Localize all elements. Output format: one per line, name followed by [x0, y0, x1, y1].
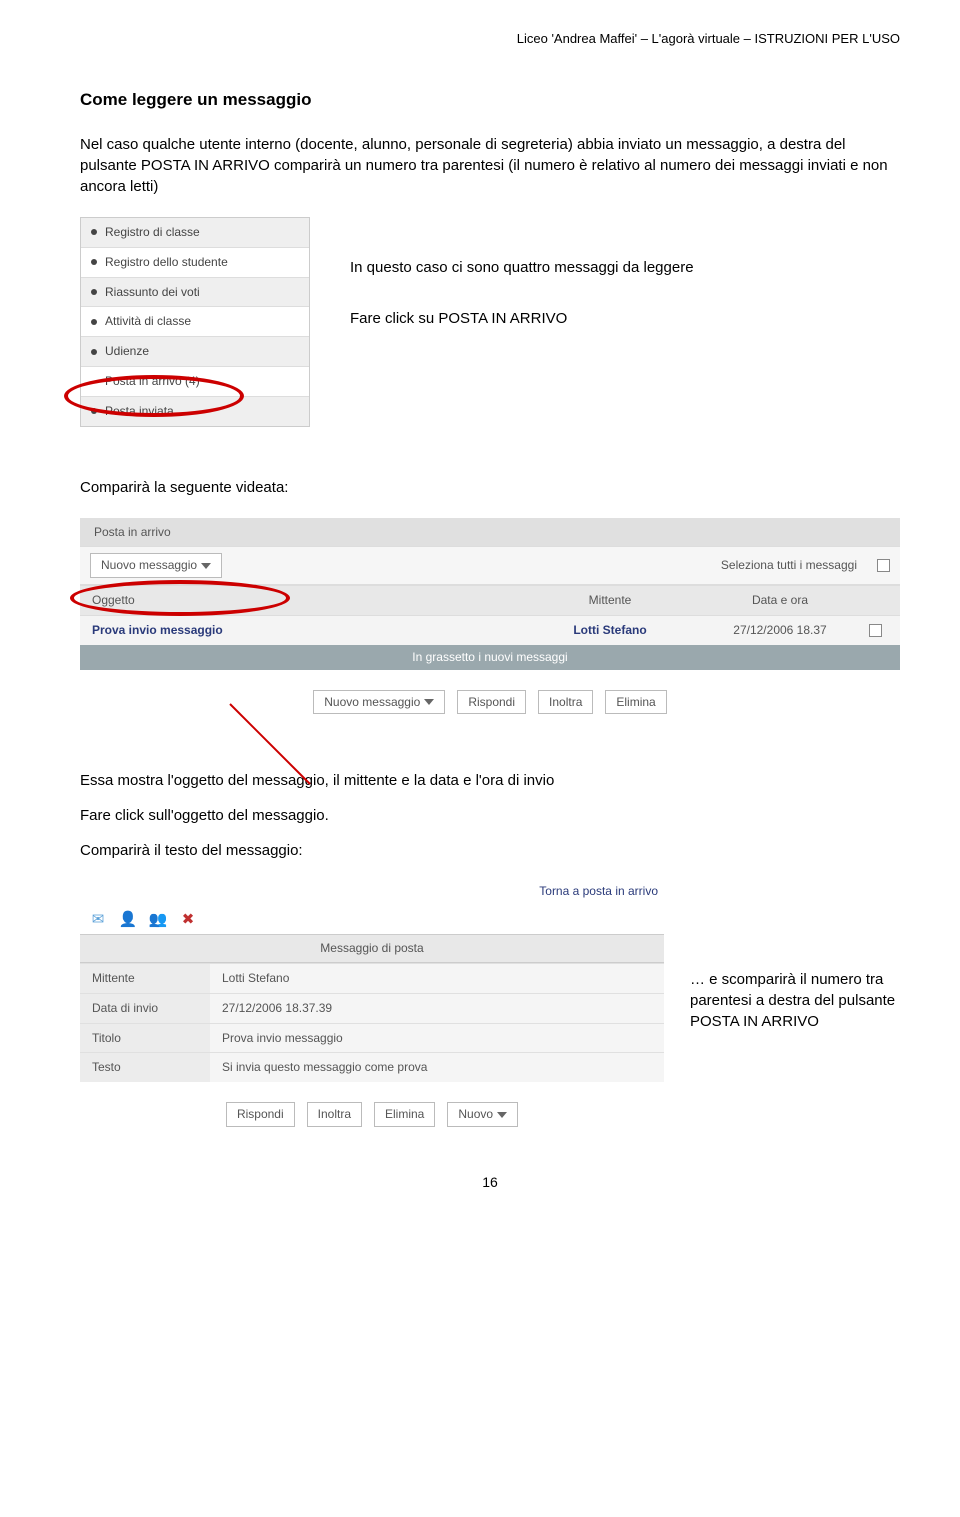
- inbox-table: Oggetto Mittente Data e ora Prova invio …: [80, 585, 900, 645]
- back-link[interactable]: Torna a posta in arrivo: [80, 879, 664, 904]
- row-subject[interactable]: Prova invio messaggio: [80, 615, 510, 645]
- page-header: Liceo 'Andrea Maffei' – L'agorà virtuale…: [80, 30, 900, 48]
- annotation-click-b: POSTA IN ARRIVO: [438, 310, 567, 327]
- inbox-button-row: Nuovo messaggio Rispondi Inoltra Elimina: [80, 670, 900, 721]
- bullet-icon: [91, 408, 97, 414]
- bullet-icon: [91, 259, 97, 265]
- page-number: 16: [80, 1173, 900, 1193]
- inbox-toolbar: Nuovo messaggio Seleziona tutti i messag…: [80, 546, 900, 585]
- sidebar-label: Posta inviata: [105, 403, 174, 420]
- delete-icon[interactable]: ✖: [178, 910, 198, 928]
- detail-panel-title: Messaggio di posta: [80, 934, 664, 963]
- sidebar-menu: Registro di classe Registro dello studen…: [80, 217, 310, 427]
- sidebar-label: Riassunto dei voti: [105, 284, 200, 301]
- detail-button-row: Rispondi Inoltra Elimina Nuovo: [80, 1082, 664, 1133]
- new-mail-icon[interactable]: ✉: [88, 910, 108, 928]
- reply-icon[interactable]: 👤: [118, 910, 138, 928]
- kv-key-sender: Mittente: [80, 963, 210, 993]
- col-date: Data e ora: [710, 585, 850, 615]
- row-sender: Lotti Stefano: [510, 615, 710, 645]
- sidebar-item-registro-studente[interactable]: Registro dello studente: [81, 247, 309, 277]
- kv-key-body: Testo: [80, 1052, 210, 1082]
- select-all-label: Seleziona tutti i messaggi: [721, 557, 857, 574]
- select-all-checkbox[interactable]: [877, 559, 890, 572]
- dropdown-icon: [201, 563, 211, 569]
- inbox-title-bar: Posta in arrivo: [80, 518, 900, 547]
- annotation-count: In questo caso ci sono quattro messaggi …: [350, 257, 694, 278]
- sidebar-label: Udienze: [105, 343, 149, 360]
- aside-text-b: POSTA IN ARRIVO: [690, 1013, 819, 1030]
- inbox-screenshot: Posta in arrivo Nuovo messaggio Selezion…: [80, 518, 900, 721]
- forward-icon[interactable]: 👥: [148, 910, 168, 928]
- new-button-2[interactable]: Nuovo: [447, 1102, 518, 1127]
- btn-label: Nuovo messaggio: [101, 557, 197, 574]
- sidebar-item-udienze[interactable]: Udienze: [81, 336, 309, 366]
- sidebar-item-registro-classe[interactable]: Registro di classe: [81, 218, 309, 247]
- btn-label: Nuovo messaggio: [324, 694, 420, 711]
- delete-button[interactable]: Elimina: [605, 690, 666, 715]
- col-sender: Mittente: [510, 585, 710, 615]
- dropdown-icon: [424, 699, 434, 705]
- dropdown-icon: [497, 1112, 507, 1118]
- bullet-icon: [91, 229, 97, 235]
- sidebar-item-posta-arrivo[interactable]: Posta in arrivo (4): [81, 366, 309, 396]
- bold-messages-note: In grassetto i nuovi messaggi: [80, 645, 900, 670]
- caption-videata: Comparirà la seguente videata:: [80, 477, 900, 498]
- kv-val-body: Si invia questo messaggio come prova: [210, 1052, 664, 1082]
- desc-line-3: Comparirà il testo del messaggio:: [80, 840, 900, 861]
- sidebar-label: Attività di classe: [105, 313, 191, 330]
- kv-val-sender: Lotti Stefano: [210, 963, 664, 993]
- reply-button-2[interactable]: Rispondi: [226, 1102, 295, 1127]
- sidebar-label: Registro dello studente: [105, 254, 228, 271]
- kv-val-date: 27/12/2006 18.37.39: [210, 993, 664, 1023]
- sidebar-item-riassunto-voti[interactable]: Riassunto dei voti: [81, 277, 309, 307]
- sidebar-item-posta-inviata[interactable]: Posta inviata: [81, 396, 309, 426]
- annotation-click: Fare click su POSTA IN ARRIVO: [350, 308, 694, 329]
- new-message-button-2[interactable]: Nuovo messaggio: [313, 690, 445, 715]
- reply-button[interactable]: Rispondi: [457, 690, 526, 715]
- sidebar-label: Registro di classe: [105, 224, 200, 241]
- kv-val-title: Prova invio messaggio: [210, 1023, 664, 1053]
- bullet-icon: [91, 289, 97, 295]
- annotation-click-a: Fare click su: [350, 310, 438, 327]
- btn-label: Nuovo: [458, 1106, 493, 1123]
- bullet-icon: [91, 319, 97, 325]
- row-checkbox-cell: [850, 615, 900, 645]
- message-detail-screenshot: Torna a posta in arrivo ✉ 👤 👥 ✖ Messaggi…: [80, 879, 664, 1133]
- col-check: [850, 585, 900, 615]
- desc-line-1: Essa mostra l'oggetto del messaggio, il …: [80, 770, 900, 791]
- aside-text-a: … e scomparirà il numero tra parentesi a…: [690, 971, 895, 1009]
- aside-note: … e scomparirà il numero tra parentesi a…: [690, 879, 900, 1032]
- row-date: 27/12/2006 18.37: [710, 615, 850, 645]
- sidebar-label: Posta in arrivo (4): [105, 373, 200, 390]
- intro-paragraph: Nel caso qualche utente interno (docente…: [80, 134, 900, 197]
- sidebar-item-attivita-classe[interactable]: Attività di classe: [81, 306, 309, 336]
- kv-key-date: Data di invio: [80, 993, 210, 1023]
- detail-icon-bar: ✉ 👤 👥 ✖: [80, 904, 664, 934]
- section-title: Come leggere un messaggio: [80, 88, 900, 112]
- forward-button-2[interactable]: Inoltra: [307, 1102, 362, 1127]
- desc-line-2: Fare click sull'oggetto del messaggio.: [80, 805, 900, 826]
- bullet-icon: [91, 349, 97, 355]
- kv-key-title: Titolo: [80, 1023, 210, 1053]
- row-checkbox[interactable]: [869, 624, 882, 637]
- detail-kv-grid: Mittente Lotti Stefano Data di invio 27/…: [80, 963, 664, 1082]
- forward-button[interactable]: Inoltra: [538, 690, 593, 715]
- intro-posta-label: POSTA IN ARRIVO: [141, 157, 270, 174]
- col-subject: Oggetto: [80, 585, 510, 615]
- delete-button-2[interactable]: Elimina: [374, 1102, 435, 1127]
- new-message-button[interactable]: Nuovo messaggio: [90, 553, 222, 578]
